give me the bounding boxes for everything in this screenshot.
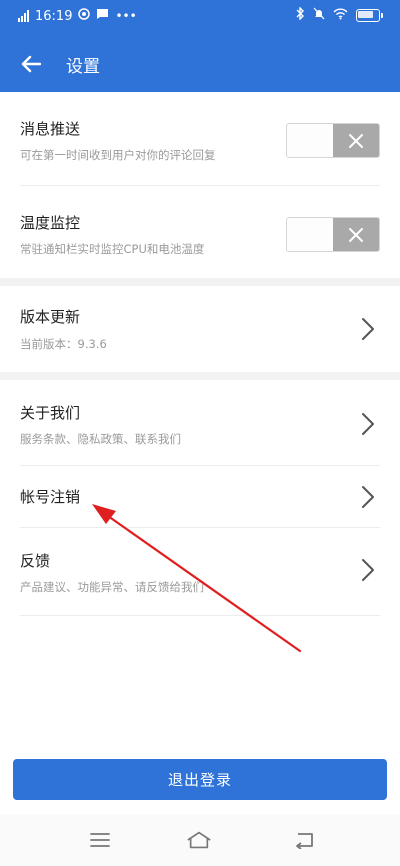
back-nav-icon: [296, 833, 313, 849]
setting-subtitle-about: 服务条款、隐私政策、联系我们: [20, 432, 181, 446]
toggle-knob: [287, 218, 334, 251]
arrow-left-icon: [21, 55, 41, 73]
chevron-right-icon: [362, 318, 374, 340]
settings-list: 消息推送 可在第一时间收到用户对你的评论回复 温度监控 常驻通知栏实时监控CPU…: [0, 92, 400, 616]
setting-row-account-cancel[interactable]: 帐号注销: [0, 466, 400, 528]
status-left: 16:19 •••: [18, 8, 137, 24]
setting-row-temp-monitor: 温度监控 常驻通知栏实时监控CPU和电池温度: [0, 186, 400, 278]
back-button[interactable]: [14, 47, 48, 81]
status-right: [296, 6, 383, 24]
toggle-knob: [287, 124, 334, 157]
setting-row-version[interactable]: 版本更新 当前版本：9.3.6: [0, 286, 400, 372]
logout-button[interactable]: 退出登录: [13, 759, 387, 800]
setting-row-feedback[interactable]: 反馈 产品建议、功能异常、请反馈给我们: [0, 528, 400, 616]
chevron-right-icon: [362, 413, 374, 435]
setting-title-account-cancel: 帐号注销: [20, 488, 81, 506]
home-nav-button[interactable]: [186, 828, 212, 852]
setting-title-temp-monitor: 温度监控: [20, 214, 81, 232]
toggle-off-indicator: [333, 124, 379, 157]
setting-subtitle-push: 可在第一时间收到用户对你的评论回复: [20, 148, 216, 162]
setting-title-push: 消息推送: [20, 120, 81, 138]
temp-monitor-toggle[interactable]: [286, 217, 380, 252]
system-nav-bar: [0, 814, 400, 866]
setting-subtitle-version: 当前版本：9.3.6: [20, 337, 107, 351]
toolbar: 设置: [0, 40, 400, 88]
battery-icon: [356, 9, 383, 22]
signal-icon: [18, 10, 29, 22]
app-header: 16:19 ••• 设置: [0, 0, 400, 92]
setting-subtitle-temp-monitor: 常驻通知栏实时监控CPU和电池温度: [20, 242, 205, 256]
group-separator: [0, 278, 400, 286]
push-toggle[interactable]: [286, 123, 380, 158]
setting-row-push: 消息推送 可在第一时间收到用户对你的评论回复: [0, 92, 400, 186]
group-separator: [0, 372, 400, 380]
status-time: 16:19: [35, 8, 73, 24]
chevron-right-icon: [362, 486, 374, 508]
status-bar: 16:19 •••: [0, 0, 400, 34]
more-status-icon: •••: [115, 9, 137, 23]
bluetooth-icon: [296, 6, 305, 24]
back-nav-button[interactable]: [292, 828, 318, 852]
page-title: 设置: [66, 57, 100, 77]
menu-nav-button[interactable]: [87, 828, 113, 852]
message-icon: [96, 8, 109, 24]
mute-icon: [313, 7, 325, 24]
menu-icon: [90, 833, 110, 847]
setting-title-version: 版本更新: [20, 308, 81, 326]
close-x-icon: [349, 133, 363, 148]
setting-title-about: 关于我们: [20, 404, 81, 422]
toggle-off-indicator: [333, 218, 379, 251]
close-x-icon: [349, 227, 363, 242]
home-icon: [187, 831, 211, 849]
setting-subtitle-feedback: 产品建议、功能异常、请反馈给我们: [20, 580, 204, 594]
notification-icon: [78, 8, 91, 24]
setting-row-about[interactable]: 关于我们 服务条款、隐私政策、联系我们: [0, 380, 400, 466]
setting-title-feedback: 反馈: [20, 552, 51, 570]
row-divider: [20, 615, 380, 616]
chevron-right-icon: [362, 559, 374, 581]
wifi-icon: [333, 8, 348, 24]
